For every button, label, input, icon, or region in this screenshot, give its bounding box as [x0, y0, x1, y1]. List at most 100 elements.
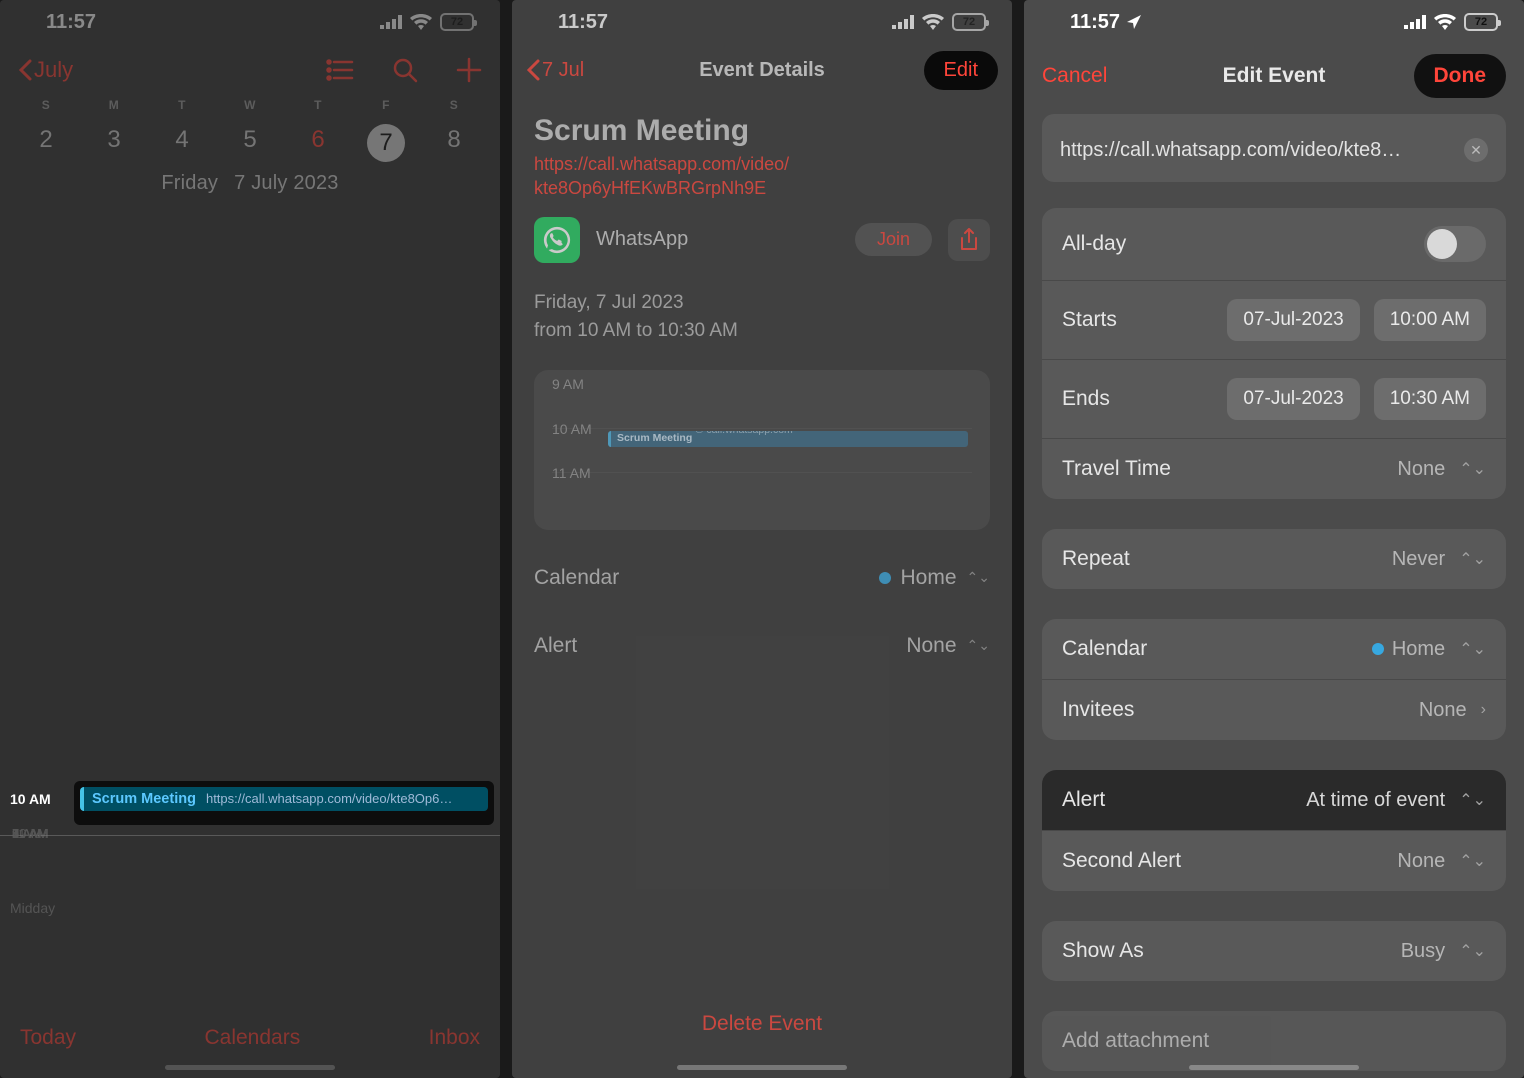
back-month-button[interactable]: July: [18, 57, 73, 83]
event-time-badge: 10 AM: [10, 791, 51, 807]
second-alert-row[interactable]: Second Alert None⌃⌄: [1042, 830, 1506, 891]
battery-icon: 72: [440, 13, 474, 31]
day-number: 4: [148, 126, 216, 154]
midday-label: Midday: [10, 900, 55, 916]
url-field[interactable]: https://call.whatsapp.com/video/kte8… ✕: [1042, 114, 1506, 182]
edit-nav: Cancel Edit Event Done: [1024, 44, 1524, 108]
week-day[interactable]: T6: [284, 98, 352, 162]
updown-icon: ⌃⌄: [967, 569, 990, 586]
calendar-label: Calendar: [1062, 637, 1147, 661]
alert-row[interactable]: Alert None ⌃⌄: [512, 612, 1012, 680]
hour-grid[interactable]: 11 AM10 AM9 AM8 AM7 AM6 AM5 AM4 AM3 AM2 …: [0, 205, 500, 965]
share-button[interactable]: [948, 219, 990, 261]
showas-value: Busy: [1401, 940, 1445, 963]
invitees-row[interactable]: Invitees None›: [1042, 679, 1506, 740]
home-indicator[interactable]: [165, 1065, 335, 1070]
mini-schedule[interactable]: 9 AM10 AMScrum Meeting ⎋ call.whatsapp.c…: [534, 370, 990, 530]
event-block-url: https://call.whatsapp.com/video/kte8Op6…: [206, 791, 452, 806]
panel-edit-event: 11:57 72 Cancel Edit Event Done https://…: [1024, 0, 1524, 1078]
current-date: Friday7 July 2023: [0, 172, 500, 195]
updown-icon: ⌃⌄: [1459, 790, 1486, 810]
delete-event-button[interactable]: Delete Event: [512, 1012, 1012, 1036]
starts-date-chip[interactable]: 07-Jul-2023: [1227, 299, 1359, 341]
day-number: 6: [284, 126, 352, 154]
cancel-button[interactable]: Cancel: [1042, 64, 1107, 88]
url-value: https://call.whatsapp.com/video/kte8…: [1060, 139, 1401, 162]
status-bar: 11:57 72: [0, 0, 500, 44]
list-icon[interactable]: [326, 59, 354, 81]
join-button[interactable]: Join: [855, 223, 932, 256]
calendars-button[interactable]: Calendars: [204, 1026, 300, 1050]
attachment-label: Add attachment: [1062, 1029, 1209, 1053]
allday-toggle[interactable]: [1424, 226, 1486, 262]
calendar-value: Home: [1392, 638, 1445, 661]
event-url[interactable]: https://call.whatsapp.com/video/kte8Op6y…: [534, 152, 990, 201]
ends-date-chip[interactable]: 07-Jul-2023: [1227, 378, 1359, 420]
week-day[interactable]: T4: [148, 98, 216, 162]
alert-row[interactable]: Alert At time of event⌃⌄: [1042, 770, 1506, 830]
showas-row[interactable]: Show As Busy⌃⌄: [1042, 921, 1506, 981]
allday-row[interactable]: All-day: [1042, 208, 1506, 280]
wifi-icon: [922, 14, 944, 30]
attachment-row[interactable]: Add attachment: [1042, 1011, 1506, 1071]
repeat-row[interactable]: Repeat Never ⌃⌄: [1042, 529, 1506, 589]
done-button[interactable]: Done: [1414, 54, 1507, 98]
edit-button[interactable]: Edit: [924, 51, 998, 90]
today-button[interactable]: Today: [20, 1026, 76, 1050]
search-icon[interactable]: [392, 57, 418, 83]
share-icon: [959, 228, 979, 252]
day-number: 5: [216, 126, 284, 154]
add-icon[interactable]: [456, 57, 482, 83]
event-title: Scrum Meeting: [534, 114, 990, 148]
starts-row: Starts 07-Jul-2023 10:00 AM: [1042, 280, 1506, 359]
cellular-icon: [380, 15, 402, 29]
home-indicator[interactable]: [677, 1065, 847, 1070]
dow-label: M: [80, 98, 148, 112]
inbox-button[interactable]: Inbox: [429, 1026, 480, 1050]
back-button[interactable]: 7 Jul: [526, 59, 584, 82]
day-number: 3: [80, 126, 148, 154]
home-indicator[interactable]: [1189, 1065, 1359, 1070]
back-label: 7 Jul: [542, 59, 584, 82]
week-day[interactable]: S2: [12, 98, 80, 162]
alert-label: Alert: [534, 634, 577, 658]
status-time: 11:57: [1070, 11, 1120, 34]
updown-icon: ⌃⌄: [1459, 459, 1486, 479]
starts-label: Starts: [1062, 308, 1117, 332]
dow-label: S: [12, 98, 80, 112]
week-day[interactable]: S8: [420, 98, 488, 162]
day-number: 2: [12, 126, 80, 154]
ends-time-chip[interactable]: 10:30 AM: [1374, 378, 1486, 420]
calendar-row[interactable]: Calendar Home⌃⌄: [1042, 619, 1506, 679]
hour-label: 1 AM: [12, 826, 42, 841]
week-day[interactable]: W5: [216, 98, 284, 162]
calendar-row[interactable]: Calendar Home ⌃⌄: [512, 544, 1012, 612]
calendar-value: Home: [901, 566, 957, 590]
repeat-value: Never: [1392, 548, 1445, 571]
mini-hour-row: 10 AMScrum Meeting ⎋ call.whatsapp.com: [552, 428, 972, 472]
back-month-label: July: [34, 57, 73, 83]
updown-icon: ⌃⌄: [1459, 851, 1486, 871]
repeat-label: Repeat: [1062, 547, 1130, 571]
week-day[interactable]: F7: [352, 98, 420, 162]
mini-event[interactable]: Scrum Meeting ⎋ call.whatsapp.com: [608, 431, 968, 447]
invitees-value: None: [1419, 699, 1467, 722]
dow-label: T: [284, 98, 352, 112]
calendar-color-dot: [1372, 643, 1384, 655]
day-number: 7: [367, 124, 405, 162]
travel-label: Travel Time: [1062, 457, 1171, 481]
page-title: Edit Event: [1223, 64, 1326, 88]
calendar-label: Calendar: [534, 566, 619, 590]
location-icon: [1126, 14, 1142, 30]
event-block[interactable]: Scrum Meeting https://call.whatsapp.com/…: [74, 781, 494, 825]
ends-row: Ends 07-Jul-2023 10:30 AM: [1042, 359, 1506, 438]
updown-icon: ⌃⌄: [1459, 549, 1486, 569]
status-bar: 11:57 72: [1024, 0, 1524, 44]
starts-time-chip[interactable]: 10:00 AM: [1374, 299, 1486, 341]
whatsapp-icon: [534, 217, 580, 263]
travel-row[interactable]: Travel Time None⌃⌄: [1042, 438, 1506, 499]
clear-icon[interactable]: ✕: [1464, 138, 1488, 162]
week-day[interactable]: M3: [80, 98, 148, 162]
invitees-label: Invitees: [1062, 698, 1134, 722]
allday-label: All-day: [1062, 232, 1126, 256]
